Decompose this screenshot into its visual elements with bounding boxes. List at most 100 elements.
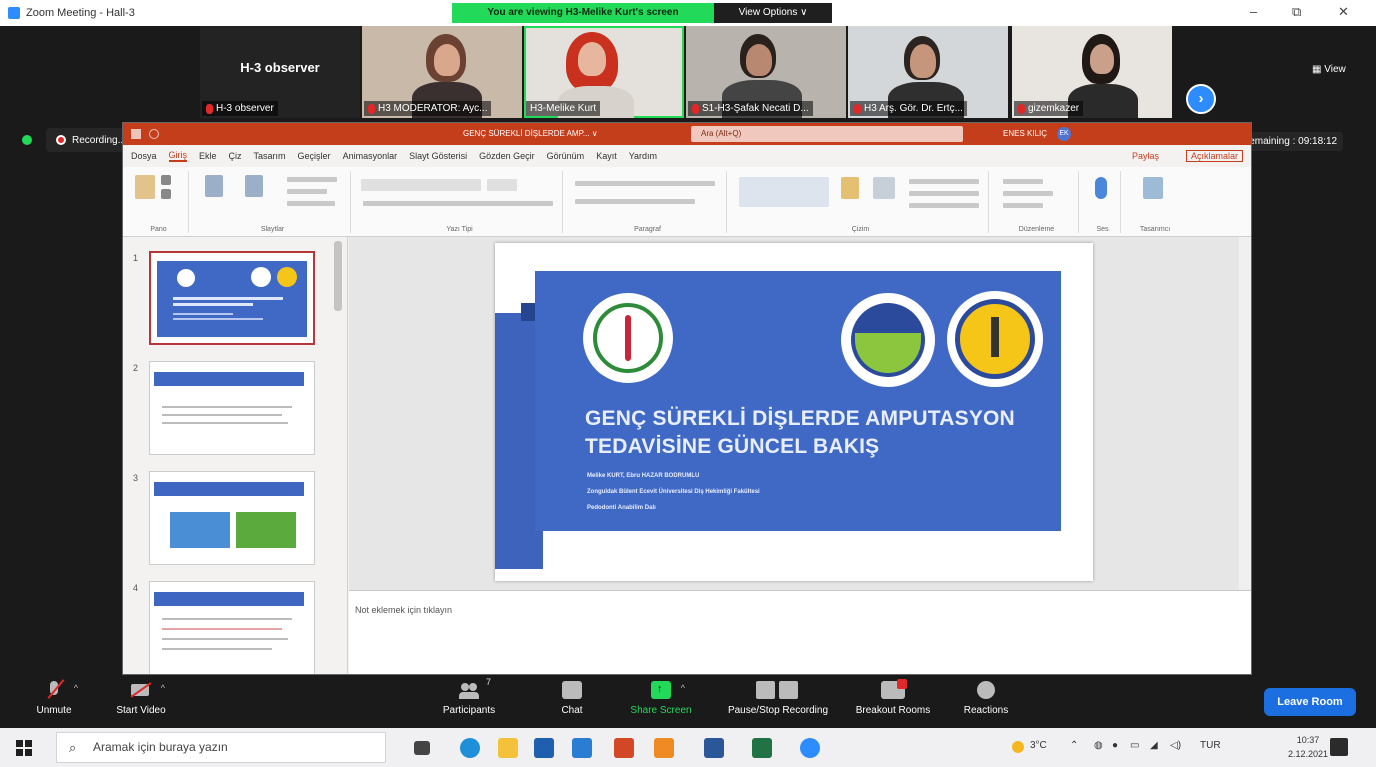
system-clock[interactable]: 10:37 2.12.2021 — [1288, 733, 1328, 761]
video-tile-active-speaker[interactable]: H3-Melike Kurt — [524, 26, 684, 118]
mic-muted-icon — [206, 103, 213, 114]
view-options-button[interactable]: View Options ∨ — [714, 3, 832, 23]
volume-icon[interactable]: ◁) — [1170, 740, 1181, 751]
video-tile-participant[interactable]: S1-H3-Şafak Necati D... — [686, 26, 846, 118]
windows-start-icon[interactable] — [16, 740, 32, 756]
tab-yardim[interactable]: Yardım — [629, 151, 657, 161]
font-name-select[interactable] — [361, 179, 481, 191]
logo-icon — [277, 267, 297, 287]
slide-number: 2 — [133, 363, 139, 373]
dictate-icon[interactable] — [1095, 177, 1107, 199]
cut-icon[interactable] — [161, 175, 171, 185]
store-icon[interactable] — [534, 738, 554, 758]
slide-affiliation: Zonguldak Bülent Ecevit Üniversitesi Diş… — [587, 489, 760, 495]
pause-stop-recording-button[interactable]: Pause/Stop Recording — [716, 681, 840, 716]
excel-icon[interactable] — [752, 738, 772, 758]
logo-icon — [251, 267, 271, 287]
word-icon[interactable] — [704, 738, 724, 758]
tab-dosya[interactable]: Dosya — [131, 151, 157, 161]
network-icon[interactable]: ◍ — [1094, 740, 1103, 751]
reactions-button[interactable]: Reactions — [956, 681, 1016, 716]
slide-thumbnail-3[interactable] — [149, 471, 315, 565]
speaker-notes-area[interactable]: Not eklemek için tıklayın — [349, 590, 1251, 674]
new-slide-icon[interactable] — [205, 175, 223, 197]
mail-icon[interactable] — [572, 738, 592, 758]
tile-name: H3-Melike Kurt — [526, 101, 601, 116]
minimize-button[interactable]: – — [1250, 4, 1257, 19]
share-screen-button[interactable]: ↑ ^ Share Screen — [624, 681, 698, 716]
ppt-ribbon: Pano Slaytlar Yazı Tipi Paragraf Çizim D… — [123, 167, 1251, 237]
save-icon[interactable] — [131, 129, 141, 139]
undo-icon[interactable] — [149, 129, 159, 139]
video-tile-participant[interactable]: gizemkazer — [1012, 26, 1172, 118]
microphone-icon[interactable]: ● — [1112, 740, 1118, 751]
wifi-icon[interactable]: ◢ — [1150, 740, 1158, 751]
tab-ekle[interactable]: Ekle — [199, 151, 217, 161]
arrange-icon[interactable] — [841, 177, 859, 199]
office-icon[interactable] — [654, 738, 674, 758]
ppt-title-bar: GENÇ SÜREKLİ DİŞLERDE AMP... ∨ Ara (Alt+… — [123, 123, 1251, 145]
mic-muted-icon — [1018, 103, 1025, 114]
participants-button[interactable]: 7 Participants — [434, 677, 504, 716]
reuse-slide-icon[interactable] — [245, 175, 263, 197]
battery-icon[interactable]: ▭ — [1130, 740, 1139, 751]
editor-scrollbar[interactable] — [1239, 237, 1251, 590]
weather-icon[interactable] — [1012, 741, 1024, 753]
show-hidden-icons-icon[interactable]: ⌃ — [1070, 740, 1078, 751]
find-button[interactable] — [1003, 179, 1043, 184]
current-slide[interactable]: GENÇ SÜREKLİ DİŞLERDE AMPUTASYON TEDAVİS… — [495, 243, 1093, 581]
edge-browser-icon[interactable] — [460, 738, 480, 758]
designer-icon[interactable] — [1143, 177, 1163, 199]
document-title[interactable]: GENÇ SÜREKLİ DİŞLERDE AMP... ∨ — [463, 129, 598, 138]
next-page-button[interactable]: › — [1186, 84, 1216, 114]
participants-icon: 7 — [459, 677, 491, 699]
tab-slayt-gosterisi[interactable]: Slayt Gösterisi — [409, 151, 467, 161]
replace-button[interactable] — [1003, 191, 1053, 196]
taskbar-search-input[interactable]: ⌕ Aramak için buraya yazın — [56, 732, 386, 763]
slide-thumbnail-1[interactable] — [149, 251, 315, 345]
leave-room-button[interactable]: Leave Room — [1264, 688, 1356, 716]
tab-gorunum[interactable]: Görünüm — [547, 151, 585, 161]
comments-button[interactable]: Açıklamalar — [1185, 150, 1243, 162]
tab-tasarim[interactable]: Tasarım — [254, 151, 286, 161]
select-button[interactable] — [1003, 203, 1043, 208]
zoom-icon[interactable] — [800, 738, 820, 758]
record-icon — [56, 135, 66, 145]
font-size-select[interactable] — [487, 179, 517, 191]
share-button[interactable]: Paylaş — [1132, 151, 1159, 161]
unmute-button[interactable]: ^ Unmute — [30, 679, 78, 716]
notification-center-icon[interactable] — [1330, 738, 1348, 756]
mic-muted-icon: ^ — [44, 679, 78, 699]
temperature[interactable]: 3°C — [1030, 740, 1047, 751]
start-video-button[interactable]: ^ Start Video — [110, 681, 172, 716]
video-tile-moderator[interactable]: H3 MODERATOR: Ayc... — [362, 26, 522, 118]
tab-kayit[interactable]: Kayıt — [596, 151, 617, 161]
view-button[interactable]: ▦ View — [1312, 64, 1346, 75]
slide-thumbnail-2[interactable] — [149, 361, 315, 455]
shield-icon[interactable] — [22, 135, 32, 145]
powerpoint-icon[interactable] — [614, 738, 634, 758]
thumbnails-scrollbar[interactable] — [334, 241, 342, 311]
task-view-icon[interactable] — [414, 741, 430, 755]
breakout-rooms-button[interactable]: Breakout Rooms — [850, 679, 936, 716]
tab-gecisler[interactable]: Geçişler — [298, 151, 331, 161]
language-indicator[interactable]: TUR — [1200, 740, 1221, 751]
ppt-search-box[interactable]: Ara (Alt+Q) — [691, 126, 963, 142]
video-tile-participant[interactable]: H3 Arş. Gör. Dr. Ertç... — [848, 26, 1008, 118]
tab-ciz[interactable]: Çiz — [229, 151, 242, 161]
chat-button[interactable]: Chat — [552, 681, 592, 716]
paste-icon[interactable] — [135, 175, 155, 199]
tab-gozden-gecir[interactable]: Gözden Geçir — [479, 151, 535, 161]
participants-count: 7 — [485, 677, 491, 687]
tab-giris[interactable]: Giriş — [168, 150, 188, 162]
copy-icon[interactable] — [161, 189, 171, 199]
maximize-button[interactable]: ⧉ — [1292, 4, 1301, 20]
avatar[interactable]: EK — [1057, 127, 1071, 141]
slide-thumbnail-4[interactable] — [149, 581, 315, 674]
file-explorer-icon[interactable] — [498, 738, 518, 758]
shapes-gallery[interactable] — [739, 177, 829, 207]
video-tile-observer[interactable]: H-3 observer H-3 observer — [200, 26, 360, 118]
close-button[interactable]: ✕ — [1338, 4, 1349, 20]
quick-styles-icon[interactable] — [873, 177, 895, 199]
tab-animasyonlar[interactable]: Animasyonlar — [343, 151, 398, 161]
